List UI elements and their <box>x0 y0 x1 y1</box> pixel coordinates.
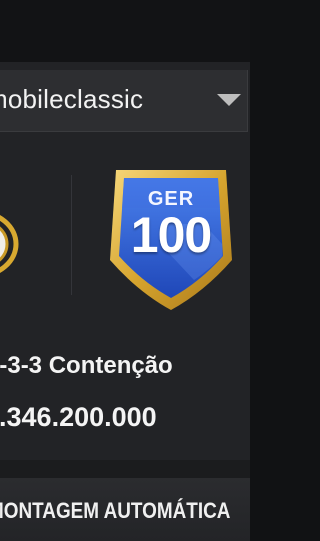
team-value: 1.346.200.000 <box>0 402 157 432</box>
divider <box>71 175 72 295</box>
badge-rating: 100 <box>130 207 212 263</box>
top-band <box>0 0 250 62</box>
auto-build-button[interactable]: MONTAGEM AUTOMÁTICA <box>0 478 250 541</box>
auto-build-label: MONTAGEM AUTOMÁTICA <box>0 498 231 523</box>
team-dropdown-value: mobileclassic <box>0 84 144 114</box>
rating-badge: GER 100 <box>104 164 238 314</box>
squad-screen: mobileclassic GER 100 4-3-3 Contenção 1.… <box>0 0 250 541</box>
team-dropdown[interactable]: mobileclassic <box>0 70 248 132</box>
chevron-down-icon[interactable] <box>217 94 241 106</box>
club-crest-icon <box>0 215 19 273</box>
formation-label: 4-3-3 Contenção <box>0 352 173 379</box>
